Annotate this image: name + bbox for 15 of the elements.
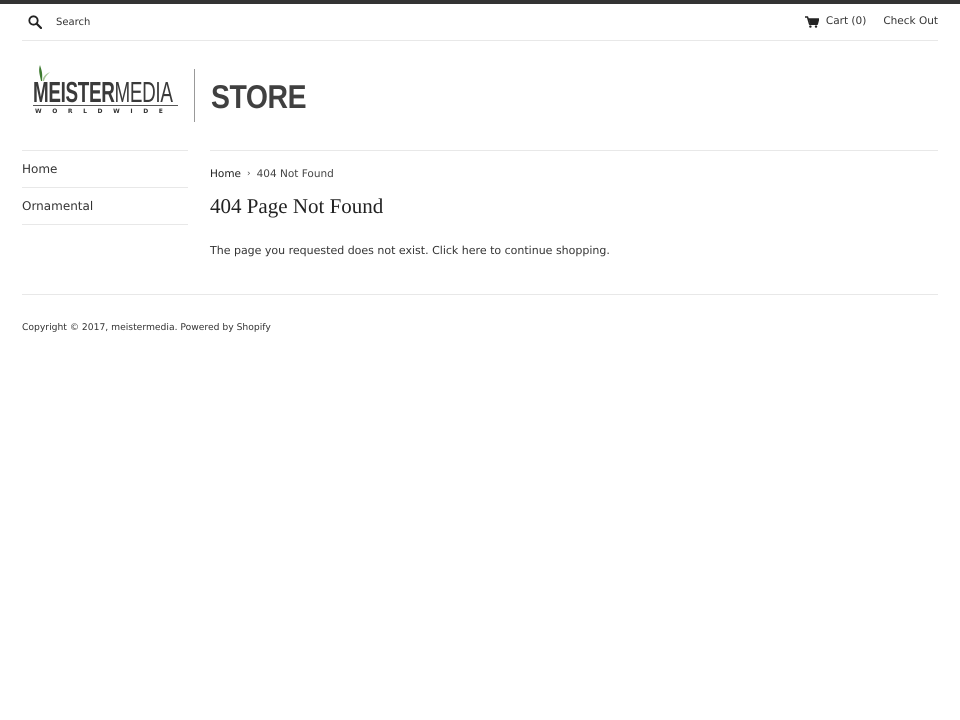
logo-wordmark: MEISTERMEDIA [33,81,173,105]
sidebar-link[interactable]: Home [22,151,188,188]
cart-link[interactable]: Cart (0) [804,14,866,30]
sidebar-link[interactable]: Ornamental [22,188,188,225]
breadcrumb-separator: › [247,168,251,181]
checkout-link[interactable]: Check Out [883,14,938,30]
store-title: STORE [211,77,306,117]
page-title: 404 Page Not Found [210,193,384,219]
page-message: The page you requested does not exist. Click here to continue shopping. [210,243,611,259]
breadcrumb-current: 404 Not Found [256,167,334,182]
breadcrumb-link[interactable]: Home [210,167,242,182]
cart-icon [804,16,819,28]
search-icon [28,15,42,29]
copyright-text: Copyright © 2017, meistermedia. Powered by Shopify [22,321,272,334]
search-field[interactable]: Search [56,10,256,34]
